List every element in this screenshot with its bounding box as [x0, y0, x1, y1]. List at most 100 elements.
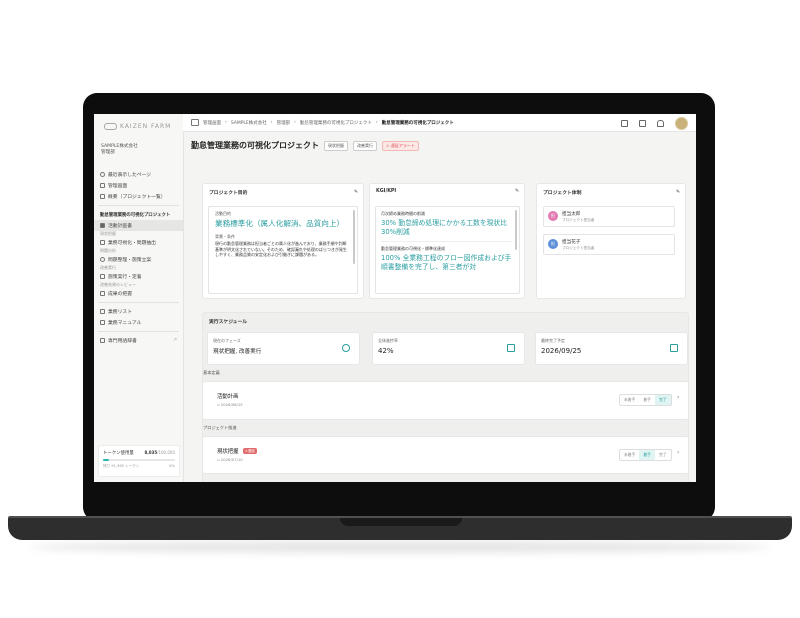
sidebar-item-overview[interactable]: 概要（プロジェクト一覧） — [94, 191, 183, 202]
edit-icon[interactable]: ✎ — [515, 189, 519, 194]
row-title: 活動計画 — [217, 394, 239, 400]
top-bar: 管理画面 › SAMPLE株式会社 › 管理部 › 勤怠管理業務の可視化プロジェクト ›… — [183, 114, 696, 132]
kpi-content: 月次締め業務時間の削減 30% 勤怠締め処理にかかる工数を現状比30%削減 勤怠… — [375, 206, 520, 294]
row-title: 現状把握 — [217, 449, 239, 455]
stat-label: 全体進捗率 — [378, 338, 398, 343]
chevron-right-icon[interactable]: › — [677, 449, 679, 456]
edit-icon[interactable]: ✎ — [354, 190, 358, 195]
sidebar-item-task-list[interactable]: 業務リスト — [94, 306, 183, 317]
activity-goal-text: 業務標準化（属人化解消、品質向上） — [215, 219, 345, 228]
token-label: トークン使用量 — [103, 451, 134, 456]
token-usage-box: トークン使用量 8,035/100,000 残り 91,965 トークン 8% — [98, 445, 180, 477]
stat-label: 現在のフェーズ — [213, 338, 241, 343]
scrollbar[interactable] — [353, 210, 355, 264]
breadcrumb-item[interactable]: 管理部 — [277, 120, 291, 126]
stat-value: 42% — [378, 347, 394, 355]
stat-value: 2026/09/25 — [541, 347, 582, 355]
divider — [381, 241, 513, 242]
main-content: 管理画面 › SAMPLE株式会社 › 管理部 › 勤怠管理業務の可視化プロジェクト ›… — [183, 114, 696, 482]
status-selector[interactable]: 未着手 着手 完了 — [619, 394, 672, 406]
token-percent: 8% — [169, 464, 175, 468]
sidebar-toggle-icon[interactable] — [191, 119, 199, 126]
breadcrumb-item[interactable]: SAMPLE株式会社 — [231, 120, 267, 126]
rocket-icon — [100, 274, 105, 279]
status-option[interactable]: 着手 — [639, 395, 655, 405]
kpi-1-text: 30% 勤怠締め処理にかかる工数を現状比30%削減 — [381, 219, 508, 236]
scrollbar[interactable] — [515, 210, 517, 250]
sidebar-item-results[interactable]: 成果の把握 — [94, 288, 183, 299]
mail-icon[interactable] — [639, 120, 646, 127]
status-option[interactable]: 未着手 — [620, 450, 639, 460]
sidebar-item-label: 業務マニュアル — [108, 321, 142, 326]
breadcrumb: 管理画面 › SAMPLE株式会社 › 管理部 › 勤怠管理業務の可視化プロジェクト ›… — [183, 119, 454, 126]
goals-content: 活動目的 業務標準化（属人化解消、品質向上） 背景・条件 現行の勤怠管理業務は担… — [208, 206, 358, 294]
stat-current-phase: 現在のフェーズ 現状把握, 改善実行 — [207, 332, 360, 365]
project-team-card: プロジェクト体制 ✎ 担 担当太郎 プロジェクト担当者 担 担当花子 プロジェクト… — [536, 183, 686, 299]
sidebar-item-analysis[interactable]: 問題整理・施策立案 — [94, 254, 183, 265]
schedule-row[interactable]: 活動計画 ▫ 2026/06/15 未着手 着手 完了 › — [202, 381, 689, 420]
book-icon[interactable] — [621, 120, 628, 127]
card-title: プロジェクト目的 — [209, 191, 248, 196]
status-option-selected[interactable]: 完了 — [654, 395, 671, 405]
department-name: 管理部 — [101, 150, 115, 155]
sidebar-item-visualize[interactable]: 業務可視化・問題抽出 — [94, 237, 183, 248]
breadcrumb-current: 勤怠管理業務の可視化プロジェクト — [381, 120, 454, 126]
laptop-shadow — [30, 541, 770, 553]
edit-icon[interactable]: ✎ — [676, 190, 680, 195]
sidebar-item-glossary[interactable]: 専門用語辞書 ↗ — [94, 335, 183, 346]
divider — [98, 205, 179, 206]
sidebar-item-activity-plan[interactable]: 活動計画書 — [94, 220, 183, 231]
sidebar-item-label: 業務リスト — [108, 310, 132, 315]
divider — [98, 302, 179, 303]
stat-final-completion: 最終完了予定 2026/09/25 — [535, 332, 688, 365]
book-icon — [100, 320, 105, 325]
activity-goal-label: 活動目的 — [215, 211, 231, 216]
token-progress-fill — [103, 459, 109, 461]
bar-chart-icon — [100, 291, 105, 296]
user-avatar[interactable] — [675, 117, 688, 130]
sidebar-item-label: 活動計画書 — [108, 224, 132, 229]
kgi-kpi-card: KGI/KPI ✎ 月次締め業務時間の削減 30% 勤怠締め処理にかかる工数を現状… — [369, 183, 525, 299]
sidebar-item-label: 問題整理・施策立案 — [108, 258, 152, 263]
status-option[interactable]: 完了 — [655, 450, 671, 460]
chevron-right-icon[interactable]: › — [677, 394, 679, 401]
sidebar-item-label: 概要（プロジェクト一覧） — [108, 195, 166, 200]
member-name: 担当花子 — [562, 240, 581, 245]
company-info: SAMPLE株式会社 管理部 — [101, 144, 138, 156]
sidebar-item-execution[interactable]: 施策実行・定着 — [94, 271, 183, 282]
breadcrumb-item[interactable]: 管理画面 — [203, 120, 221, 126]
sidebar-item-admin[interactable]: 管理画面 — [94, 180, 183, 191]
team-member[interactable]: 担 担当花子 プロジェクト担当者 — [543, 234, 675, 255]
breadcrumb-item[interactable]: 勤怠管理業務の可視化プロジェクト — [300, 120, 372, 126]
laptop-notch — [340, 518, 462, 526]
divider — [98, 331, 179, 332]
calendar-icon — [670, 344, 678, 352]
logo: KAIZEN FARM — [104, 123, 171, 130]
bell-icon[interactable] — [657, 120, 664, 127]
page-header: 勤怠管理業務の可視化プロジェクト 現状把握 改善実行 ⚠ 遅延アラート — [191, 140, 419, 151]
delay-badge-label: 遅延 — [247, 448, 255, 453]
delay-badge: ⚠遅延 — [242, 448, 257, 454]
sidebar-item-label: 専門用語辞書 — [108, 339, 137, 344]
status-option[interactable]: 未着手 — [620, 395, 639, 405]
sidebar-item-recent[interactable]: 最近表示したページ — [94, 169, 183, 180]
phase-tag: 改善実行 — [353, 140, 377, 151]
stat-overall-progress: 全体進捗率 42% — [372, 332, 525, 365]
row-date: ▫ 2026/07/10 — [217, 457, 243, 462]
status-selector[interactable]: 未着手 着手 完了 — [619, 449, 672, 461]
kpi-2-text: 100% 全業務工程のフロー図作成および手順書整備を完了し、第三者が対 — [381, 254, 512, 271]
sidebar-item-label: 最近表示したページ — [108, 173, 152, 178]
clock-icon — [100, 172, 105, 177]
token-value: 8,035 — [144, 450, 158, 455]
document-icon — [100, 223, 105, 228]
status-option-selected[interactable]: 着手 — [639, 450, 655, 460]
top-actions — [621, 117, 688, 130]
sidebar-project-title: 勤怠管理業務の可視化プロジェクト — [100, 212, 171, 218]
section-label: 基本定義 — [203, 370, 220, 375]
schedule-row[interactable]: 現状把握 ⚠遅延 ▫ 2026/07/10 未着手 着手 完了 › — [202, 436, 689, 474]
section-label: プロジェクト推進 — [203, 425, 237, 430]
member-avatar: 担 — [548, 211, 558, 221]
team-member[interactable]: 担 担当太郎 プロジェクト担当者 — [543, 206, 675, 227]
project-goals-card: プロジェクト目的 ✎ 活動目的 業務標準化（属人化解消、品質向上） 背景・条件 現… — [202, 183, 364, 299]
sidebar-item-manual[interactable]: 業務マニュアル — [94, 317, 183, 328]
